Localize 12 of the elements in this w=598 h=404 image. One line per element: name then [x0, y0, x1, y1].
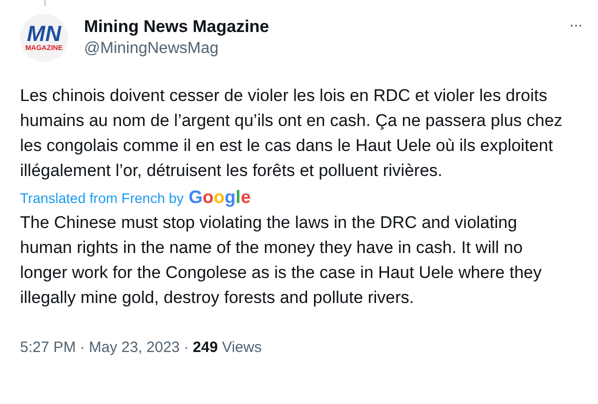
tweet-text: Les chinois doivent cesser de violer les lois en RDC et violer les droits humains au nom de l’argent qu’ils ont en cash. Ça ne passera plus chez les congolais comme il en est le cas dans le Haut Uele où ils exploitent illégalement l’or, détruisent les forêts et polluent rivières. [20, 85, 564, 182]
tweet-time[interactable]: 5:27 PM [20, 337, 76, 360]
separator: · [80, 338, 85, 358]
google-wordmark: Google [188, 187, 251, 207]
author-name[interactable]: Mining News Magazine [84, 16, 270, 38]
more-button[interactable]: ··· [569, 16, 582, 36]
tweet-date[interactable]: May 23, 2023 [88, 337, 180, 360]
author-handle[interactable]: @MiningNewsMag [84, 38, 270, 60]
separator: · [184, 338, 189, 358]
view-count: 249 Views [192, 338, 262, 358]
logo-letters: MN [26, 23, 62, 45]
translated-text: The Chinese must stop violating the laws in the DRC and violating human rights in the name of the money they have in cash. It will no longer work for the Congolese as is the case in Haut Uele where they illegally mine gold, destroy forests and pollute rivers. [20, 212, 543, 309]
